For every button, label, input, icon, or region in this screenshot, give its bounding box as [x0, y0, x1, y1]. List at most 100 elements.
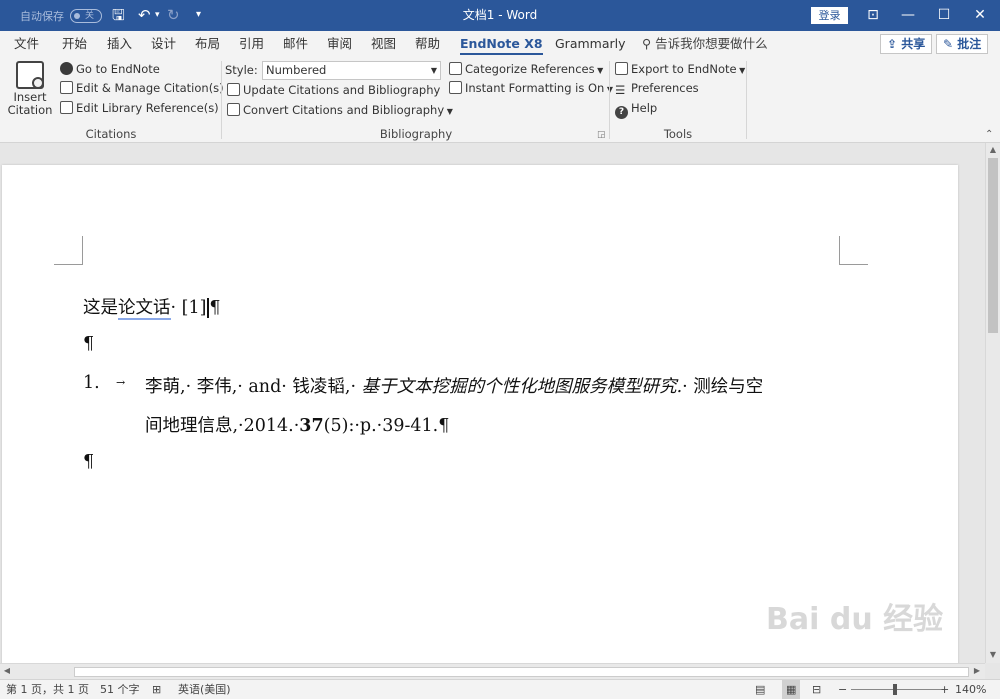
- bibliography-group-label: Bibliography: [379, 127, 453, 141]
- tab-mailings[interactable]: 邮件: [283, 31, 308, 57]
- tab-references[interactable]: 引用: [239, 31, 264, 57]
- style-label: Style:: [225, 63, 258, 77]
- watermark-text: Bai du 经验: [766, 602, 944, 637]
- login-button[interactable]: 登录: [811, 7, 848, 24]
- convert-citations-button[interactable]: Convert Citations and Bibliography ▼: [227, 101, 453, 119]
- paragraph-empty[interactable]: ¶: [83, 334, 94, 354]
- chevron-down-icon: ▼: [444, 107, 453, 116]
- ref-journal-year: 间地理信息,·2014.·: [145, 416, 300, 436]
- zoom-level[interactable]: 140%: [955, 680, 986, 699]
- save-icon[interactable]: 🖫: [112, 5, 125, 25]
- instant-formatting-button[interactable]: Instant Formatting is On ▼: [449, 79, 613, 97]
- ref-title: 基于文本挖掘的个性化地图服务模型研究.: [361, 377, 683, 397]
- scroll-thumb[interactable]: [988, 158, 998, 333]
- undo-dropdown-icon[interactable]: ▾: [155, 5, 160, 25]
- update-citations-button[interactable]: Update Citations and Bibliography: [227, 81, 440, 99]
- edit-library-icon: [60, 101, 73, 114]
- tab-home[interactable]: 开始: [62, 31, 87, 57]
- search-icon: ⚲: [642, 36, 656, 51]
- citations-group-label: Citations: [85, 127, 137, 141]
- document-page[interactable]: 这是论文话· [1] ¶ ¶ 1. → 李萌,· 李伟,· and· 钱凌韬,· …: [2, 165, 958, 663]
- go-to-endnote-button[interactable]: Go to EndNote: [60, 60, 160, 78]
- text-run: 这是: [83, 298, 118, 318]
- tell-me-text: 告诉我你想要做什么: [655, 36, 768, 51]
- zoom-out-icon[interactable]: −: [838, 680, 847, 699]
- proofing-icon[interactable]: ⊞: [152, 680, 161, 699]
- tab-help[interactable]: 帮助: [415, 31, 440, 57]
- help-icon: ?: [615, 106, 628, 119]
- go-to-endnote-label: Go to EndNote: [76, 62, 160, 76]
- tab-file[interactable]: 文件: [14, 31, 39, 57]
- style-select[interactable]: Numbered ▼: [262, 61, 441, 80]
- comments-button[interactable]: ✎ 批注: [936, 34, 989, 54]
- paragraph-empty[interactable]: ¶: [83, 452, 94, 472]
- ref-journal: · 测绘与空: [682, 377, 764, 397]
- sliders-icon: ☰: [615, 83, 626, 97]
- collapse-ribbon-icon[interactable]: ⌃: [985, 129, 993, 140]
- customize-qat-icon[interactable]: ▾: [196, 5, 201, 25]
- tab-layout[interactable]: 布局: [195, 31, 220, 57]
- word-count[interactable]: 51 个字: [100, 680, 140, 699]
- tab-grammarly[interactable]: Grammarly: [555, 31, 626, 57]
- autosave-toggle[interactable]: 关: [70, 9, 102, 23]
- edit-citation-icon: [60, 81, 73, 94]
- close-icon[interactable]: ✕: [962, 0, 998, 31]
- zoom-in-icon[interactable]: +: [940, 680, 949, 699]
- bibliography-entry-line-2[interactable]: 间地理信息,·2014.·37(5):·p.·39-41.¶: [145, 412, 449, 437]
- scroll-down-icon[interactable]: ▼: [986, 648, 1000, 662]
- export-label: Export to EndNote: [631, 62, 737, 76]
- read-mode-icon[interactable]: ▤: [755, 680, 765, 699]
- tab-review[interactable]: 审阅: [327, 31, 352, 57]
- tab-endnote[interactable]: EndNote X8: [460, 31, 543, 57]
- group-separator: [746, 61, 747, 139]
- categorize-references-button[interactable]: Categorize References ▼: [449, 60, 603, 78]
- scroll-up-icon[interactable]: ▲: [986, 143, 1000, 157]
- ref-number: 1.: [83, 373, 100, 393]
- edit-manage-citations-button[interactable]: Edit & Manage Citation(s): [60, 79, 224, 97]
- paragraph-1[interactable]: 这是论文话· [1] ¶: [83, 294, 221, 320]
- insert-citation-button[interactable]: Insert Citation: [6, 61, 54, 117]
- categorize-icon: [449, 62, 462, 75]
- convert-icon: [227, 103, 240, 116]
- help-button[interactable]: ? Help: [615, 99, 657, 119]
- minimize-icon[interactable]: —: [890, 0, 926, 31]
- bibliography-entry[interactable]: 1. → 李萌,· 李伟,· and· 钱凌韬,· 基于文本挖掘的个性化地图服务…: [83, 373, 763, 397]
- ref-line-1: 李萌,· 李伟,· and· 钱凌韬,· 基于文本挖掘的个性化地图服务模型研究.…: [145, 373, 763, 398]
- insert-citation-label: Insert Citation: [7, 90, 53, 117]
- tab-marker: →: [116, 376, 126, 389]
- print-layout-icon[interactable]: ▦: [782, 680, 801, 699]
- maximize-icon[interactable]: ☐: [926, 0, 962, 31]
- baidu-watermark: Bai du 经验: [766, 594, 946, 674]
- document-canvas: 这是论文话· [1] ¶ ¶ 1. → 李萌,· 李伟,· and· 钱凌韬,· …: [0, 143, 985, 663]
- share-button[interactable]: ⇪ 共享: [880, 34, 933, 54]
- comment-icon: ✎: [943, 37, 958, 51]
- scroll-right-icon[interactable]: ▶: [970, 664, 984, 678]
- scroll-left-icon[interactable]: ◀: [0, 664, 14, 678]
- page-count[interactable]: 第 1 页，共 1 页: [6, 680, 89, 699]
- edit-library-label: Edit Library Reference(s): [76, 101, 219, 115]
- redo-icon[interactable]: ↻: [167, 5, 180, 25]
- vertical-scrollbar[interactable]: ▲ ▼: [985, 143, 1000, 663]
- zoom-slider-thumb[interactable]: [893, 684, 897, 695]
- window-title: 文档1 - Word: [462, 8, 538, 22]
- dialog-launcher-icon[interactable]: ◲: [597, 130, 606, 140]
- tab-view[interactable]: 视图: [371, 31, 396, 57]
- preferences-label: Preferences: [631, 81, 699, 95]
- chevron-down-icon: ▼: [594, 66, 604, 75]
- edit-library-reference-button[interactable]: Edit Library Reference(s): [60, 99, 219, 117]
- tab-insert[interactable]: 插入: [107, 31, 132, 57]
- instant-formatting-label: Instant Formatting is On: [465, 81, 605, 95]
- ribbon-display-icon[interactable]: ⊡: [855, 0, 891, 31]
- tell-me-search[interactable]: ⚲ 告诉我你想要做什么: [642, 31, 768, 57]
- preferences-button[interactable]: ☰ Preferences: [615, 79, 699, 97]
- web-layout-icon[interactable]: ⊟: [812, 680, 821, 699]
- tab-design[interactable]: 设计: [151, 31, 176, 57]
- categorize-label: Categorize References: [465, 62, 595, 76]
- language[interactable]: 英语(美国): [178, 680, 231, 699]
- undo-icon[interactable]: ↶: [138, 5, 151, 25]
- export-to-endnote-button[interactable]: Export to EndNote ▼: [615, 60, 745, 78]
- pilcrow: ¶: [83, 334, 95, 354]
- style-value: Numbered: [266, 63, 327, 77]
- ref-authors: 李萌,· 李伟,· and· 钱凌韬,·: [145, 377, 362, 397]
- title-bar: 自动保存 关 🖫 ↶ ▾ ↻ ▾ 文档1 - Word 登录 ⊡ — ☐ ✕: [0, 0, 1000, 31]
